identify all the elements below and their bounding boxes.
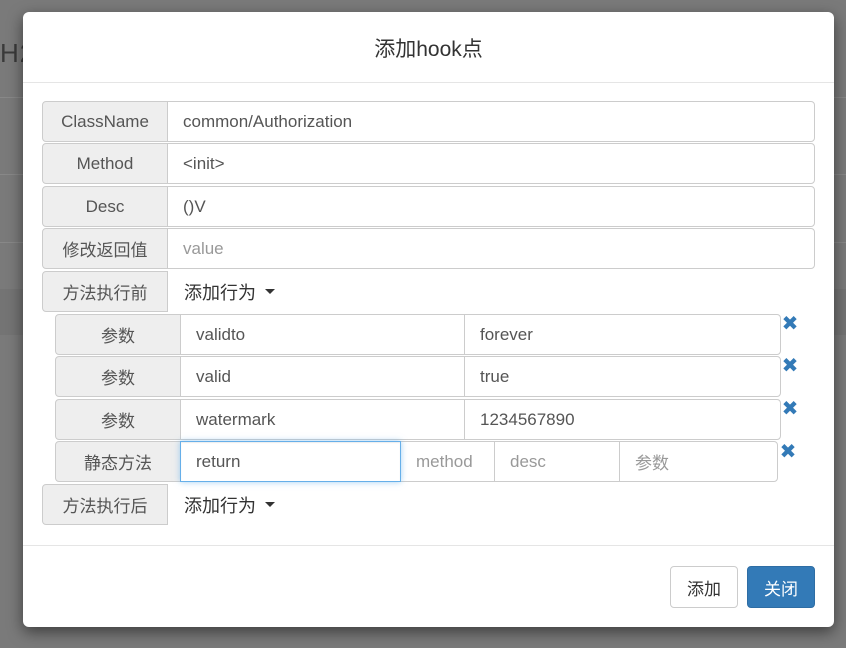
method-label: Method — [42, 143, 168, 184]
before-add-action-label: 添加行为 — [184, 282, 256, 303]
modal-header: 添加hook点 — [23, 12, 834, 83]
param-value-input[interactable]: 1234567890 — [464, 399, 781, 440]
remove-static-method-icon[interactable]: ✖ — [779, 442, 797, 462]
before-group: 方法执行前 添加行为 — [42, 271, 342, 312]
static-method-desc-input[interactable]: desc — [494, 441, 620, 482]
after-add-action-label: 添加行为 — [184, 495, 256, 516]
param-key-input[interactable]: validto — [180, 314, 465, 355]
method-input[interactable]: <init> — [167, 143, 815, 184]
static-method-param-input[interactable]: 参数 — [619, 441, 778, 482]
classname-label: ClassName — [42, 101, 168, 142]
param-label: 参数 — [55, 356, 181, 397]
static-method-label: 静态方法 — [55, 441, 181, 482]
param-row: 参数 valid true — [55, 356, 781, 397]
param-row: 参数 watermark 1234567890 — [55, 399, 781, 440]
param-value-input[interactable]: forever — [464, 314, 781, 355]
static-method-method-input[interactable]: method — [400, 441, 495, 482]
after-label: 方法执行后 — [42, 484, 168, 525]
before-add-action-dropdown[interactable]: 添加行为 — [168, 271, 275, 312]
param-label: 参数 — [55, 314, 181, 355]
return-value-label: 修改返回值 — [42, 228, 168, 269]
static-method-row: 静态方法 return method desc 参数 — [55, 441, 779, 482]
caret-down-icon — [265, 502, 275, 507]
caret-down-icon — [265, 289, 275, 294]
modal-footer: 添加 关闭 — [23, 545, 834, 628]
param-value-input[interactable]: true — [464, 356, 781, 397]
remove-param-icon[interactable]: ✖ — [781, 399, 799, 419]
before-label: 方法执行前 — [42, 271, 168, 312]
param-key-input[interactable]: watermark — [180, 399, 465, 440]
classname-input[interactable]: common/Authorization — [167, 101, 815, 142]
after-group: 方法执行后 添加行为 — [42, 484, 342, 525]
param-key-input[interactable]: valid — [180, 356, 465, 397]
close-button[interactable]: 关闭 — [747, 566, 815, 608]
remove-param-icon[interactable]: ✖ — [781, 356, 799, 376]
return-value-input[interactable]: value — [167, 228, 815, 269]
return-value-group: 修改返回值 value — [42, 228, 815, 269]
static-method-return-input[interactable]: return — [180, 441, 401, 482]
add-hook-modal: 添加hook点 ClassName common/Authorization M… — [23, 12, 834, 627]
add-button[interactable]: 添加 — [670, 566, 738, 608]
method-group: Method <init> — [42, 143, 815, 184]
desc-group: Desc ()V — [42, 186, 815, 227]
modal-title: 添加hook点 — [374, 37, 483, 61]
param-label: 参数 — [55, 399, 181, 440]
remove-param-icon[interactable]: ✖ — [781, 314, 799, 334]
classname-group: ClassName common/Authorization — [42, 101, 815, 142]
after-add-action-dropdown[interactable]: 添加行为 — [168, 484, 275, 525]
param-row: 参数 validto forever — [55, 314, 781, 355]
desc-input[interactable]: ()V — [167, 186, 815, 227]
desc-label: Desc — [42, 186, 168, 227]
